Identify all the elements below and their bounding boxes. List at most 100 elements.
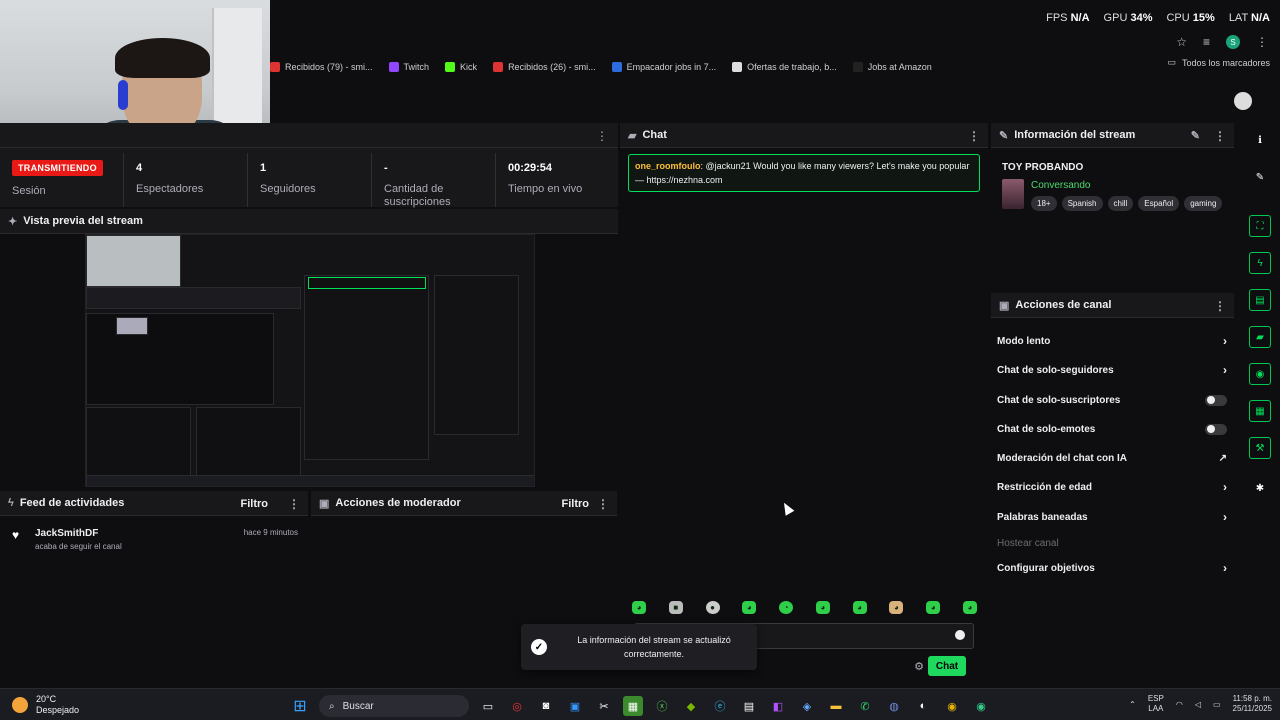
app-icon[interactable]: ◎ (507, 696, 527, 716)
chrome-profile-icon[interactable]: ◉ (971, 696, 991, 716)
wifi-icon[interactable]: ◠ (1176, 700, 1183, 709)
emote-icon[interactable]: ◕ (815, 601, 830, 614)
feed-menu-icon[interactable]: ⋮ (288, 497, 300, 511)
lightning-icon[interactable]: ϟ (1249, 252, 1271, 274)
steam-icon[interactable]: ◐ (913, 696, 933, 716)
chat-message[interactable]: one_roomfoulo: @jackun21 Would you like … (628, 154, 980, 192)
bookmark-item[interactable]: Ofertas de trabajo, b... (732, 62, 837, 72)
windows-start-icon[interactable]: ⊞ (290, 696, 310, 716)
emote-icon[interactable]: ◔ (779, 601, 794, 614)
camera-app-icon[interactable]: ◙ (536, 696, 556, 716)
fullscreen-icon[interactable]: ⛶ (1249, 215, 1271, 237)
toggle-switch[interactable] (1205, 423, 1227, 435)
file-explorer-icon[interactable]: ▬ (826, 696, 846, 716)
bookmarks-folder[interactable]: ▭ Todos los marcadores (1167, 57, 1270, 68)
channel-action-row[interactable]: Chat de solo-emotes (997, 421, 1227, 437)
info-icon[interactable]: ℹ (1249, 129, 1271, 151)
chat-message-user[interactable]: one_roomfoulo (635, 161, 701, 171)
edge-icon[interactable]: ⓔ (710, 696, 730, 716)
xbox-icon[interactable]: ⓧ (652, 696, 672, 716)
profile-avatar[interactable]: S (1226, 35, 1240, 49)
chat-menu-icon[interactable]: ⋮ (968, 129, 980, 143)
chat-settings-gear-icon[interactable]: ⚙ (914, 660, 924, 673)
stream-tag[interactable]: chill (1107, 196, 1134, 211)
emote-icon[interactable]: ◕ (926, 601, 941, 614)
clipboard-icon[interactable]: ▤ (1249, 289, 1271, 311)
app-purple-icon[interactable]: ◧ (768, 696, 788, 716)
emote-icon[interactable]: ◕ (962, 601, 977, 614)
emote-icon[interactable]: ◕ (742, 601, 757, 614)
battery-icon[interactable]: ▭ (1213, 700, 1221, 709)
channel-action-row[interactable]: Configurar objetivos › (997, 560, 1227, 576)
bookmark-item[interactable]: Recibidos (26) - smi... (493, 62, 596, 72)
external-link-icon[interactable]: ↗ (1219, 453, 1227, 464)
edit-pencil-icon[interactable]: ✎ (1191, 129, 1200, 142)
nvidia-icon[interactable]: ◆ (681, 696, 701, 716)
modact-menu-icon[interactable]: ⋮ (597, 497, 609, 511)
bookmark-star-icon[interactable]: ☆ (1176, 35, 1187, 49)
chevron-right-icon[interactable]: › (1223, 334, 1227, 348)
channel-action-row[interactable]: Chat de solo-seguidores › (997, 362, 1227, 378)
success-toast: ✓ La información del stream se actualizó… (521, 624, 757, 670)
chevron-right-icon[interactable]: › (1223, 480, 1227, 494)
emote-icon[interactable]: ◕ (889, 601, 904, 614)
bookmark-item[interactable]: Empacador jobs in 7... (611, 62, 716, 72)
copilot-icon[interactable]: ◈ (797, 696, 817, 716)
emote-icon[interactable]: ◕ (632, 601, 646, 614)
weather-widget[interactable]: 20°C Despejado (12, 694, 79, 716)
emote-icon[interactable]: ◕ (852, 601, 867, 614)
chevron-right-icon[interactable]: › (1223, 561, 1227, 575)
discord-icon[interactable]: ◍ (884, 696, 904, 716)
channel-action-row[interactable]: Moderación del chat con IA ↗ (997, 450, 1227, 466)
stream-category[interactable]: Conversando (1031, 180, 1090, 191)
language-indicator[interactable]: ESP LAA (1148, 694, 1164, 714)
feed-filter-button[interactable]: Filtro (241, 498, 269, 510)
emoji-picker-icon[interactable] (955, 630, 965, 640)
whatsapp-icon[interactable]: ✆ (855, 696, 875, 716)
clock[interactable]: 11:58 p. m. 25/11/2025 (1233, 694, 1272, 714)
stats-menu-icon[interactable]: ⋮ (596, 129, 608, 143)
settings-icon[interactable]: ✱ (1249, 477, 1271, 499)
chevron-right-icon[interactable]: › (1223, 363, 1227, 377)
taskbar-search[interactable]: ⌕ Buscar (319, 695, 469, 717)
bookmark-item[interactable]: Jobs at Amazon (852, 62, 932, 72)
store-icon[interactable]: ▤ (739, 696, 759, 716)
channel-action-row[interactable]: Restricción de edad › (997, 479, 1227, 495)
channel-action-row[interactable]: Chat de solo-suscriptores (997, 392, 1227, 408)
bookmark-item[interactable]: Twitch (388, 62, 429, 72)
media-controls-icon[interactable]: ≡ (1203, 35, 1210, 49)
channel-action-row[interactable]: Modo lento › (997, 333, 1227, 349)
channel-action-row[interactable]: Hostear canal (997, 535, 1227, 551)
stream-tag[interactable]: 18+ (1031, 196, 1057, 211)
info-menu-icon[interactable]: ⋮ (1214, 129, 1226, 143)
emote-icon[interactable]: ● (705, 601, 720, 614)
bookmark-item[interactable]: Recibidos (79) - smi... (270, 62, 373, 72)
chrome-icon[interactable]: ◉ (942, 696, 962, 716)
chevron-right-icon[interactable]: › (1223, 510, 1227, 524)
chat-icon[interactable]: ▰ (1249, 326, 1271, 348)
stream-tag[interactable]: gaming (1184, 196, 1223, 211)
minecraft-icon[interactable]: ▦ (623, 696, 643, 716)
channel-action-row[interactable]: Palabras baneadas › (997, 509, 1227, 525)
toggle-switch[interactable] (1205, 394, 1227, 406)
pencil-icon[interactable]: ✎ (1249, 166, 1271, 188)
kick-logo-icon[interactable] (1234, 92, 1252, 110)
chat-send-button[interactable]: Chat (928, 656, 966, 676)
broadcast-icon[interactable]: ◉ (1249, 363, 1271, 385)
layout-icon[interactable]: ▦ (1249, 400, 1271, 422)
tray-chevron-icon[interactable]: ⌃ (1129, 700, 1136, 709)
stream-tag[interactable]: Español (1138, 196, 1180, 211)
task-view-icon[interactable]: ▭ (478, 696, 498, 716)
photos-icon[interactable]: ▣ (565, 696, 585, 716)
emote-icon[interactable]: ■ (668, 601, 683, 614)
capcut-icon[interactable]: ✂ (594, 696, 614, 716)
volume-icon[interactable]: ◁ (1195, 700, 1201, 709)
tools-icon[interactable]: ⚒ (1249, 437, 1271, 459)
stream-preview-video[interactable] (85, 234, 535, 487)
feed-item-user[interactable]: JackSmithDF (35, 528, 98, 539)
stream-tag[interactable]: Spanish (1061, 196, 1103, 211)
bookmark-item[interactable]: Kick (445, 62, 477, 72)
channel-actions-menu-icon[interactable]: ⋮ (1214, 299, 1226, 313)
modact-filter-button[interactable]: Filtro (562, 498, 590, 510)
browser-menu-icon[interactable]: ⋮ (1256, 35, 1268, 49)
